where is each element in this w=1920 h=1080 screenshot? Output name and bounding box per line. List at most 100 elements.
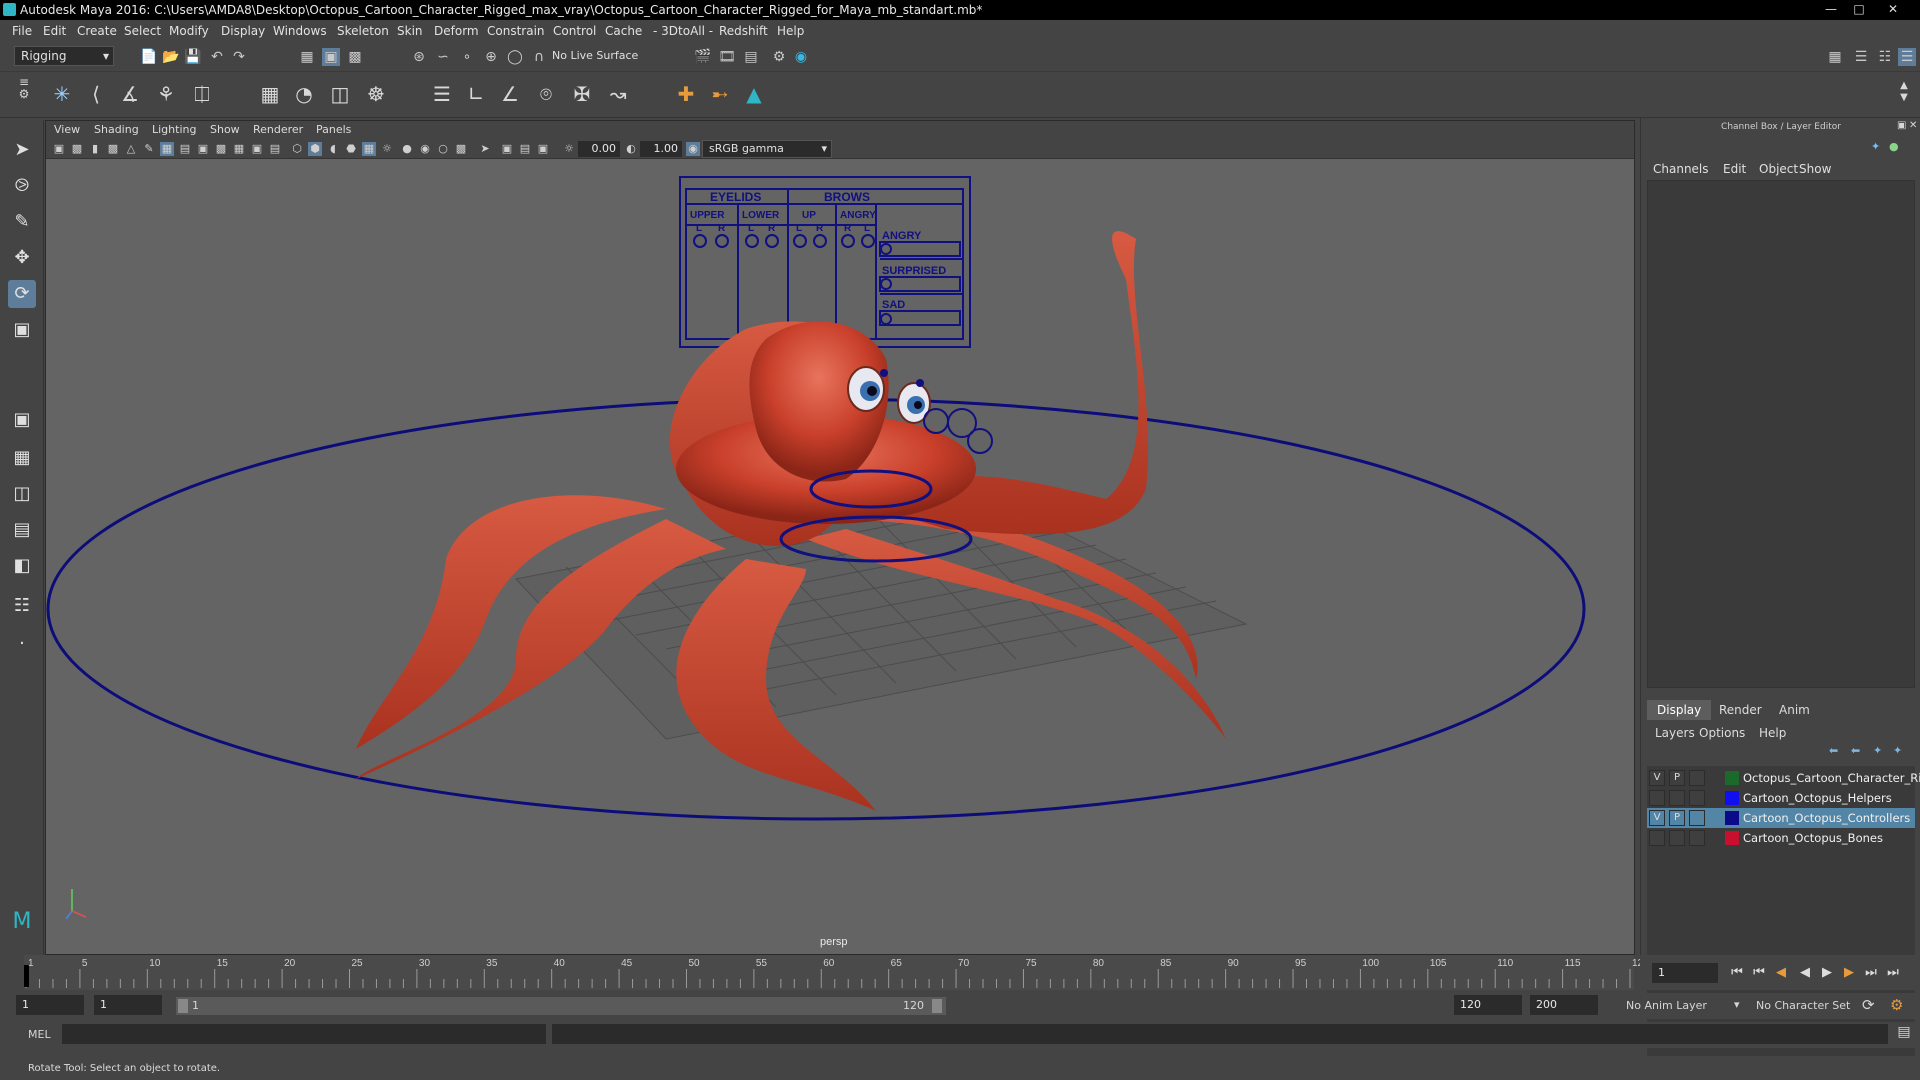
- command-input[interactable]: [62, 1024, 546, 1044]
- layer-row[interactable]: Cartoon_Octopus_Helpers: [1647, 788, 1915, 808]
- xray-icon[interactable]: ▣: [500, 142, 514, 156]
- point-constraint-icon[interactable]: ☰: [428, 80, 456, 108]
- snap-point-icon[interactable]: ∘: [458, 48, 476, 66]
- step-forward-key-icon[interactable]: ⏭: [1862, 964, 1880, 982]
- menu-3dtoall[interactable]: - 3DtoAll -: [653, 24, 713, 38]
- menu-windows[interactable]: Windows: [273, 24, 327, 38]
- color-space-dropdown[interactable]: sRGB gamma ▾: [702, 140, 832, 158]
- animation-end-field[interactable]: 200: [1530, 995, 1598, 1015]
- channel-box-area[interactable]: [1647, 180, 1915, 688]
- default-material-icon[interactable]: ◖: [326, 142, 340, 156]
- scale-tool-icon[interactable]: ▣: [8, 316, 36, 344]
- film-gate-icon[interactable]: ▤: [178, 142, 192, 156]
- save-scene-icon[interactable]: 💾: [184, 48, 202, 66]
- layer-type-toggle[interactable]: [1689, 770, 1705, 786]
- camera-attr-icon[interactable]: ▩: [70, 142, 84, 156]
- cb-menu-channels[interactable]: Channels: [1653, 162, 1709, 176]
- layer-visibility-toggle[interactable]: [1649, 830, 1665, 846]
- menu-help[interactable]: Help: [777, 24, 804, 38]
- set-driven-key-icon[interactable]: ➸: [706, 80, 734, 108]
- safe-title-icon[interactable]: ▤: [268, 142, 282, 156]
- lattice-icon[interactable]: ◫: [326, 80, 354, 108]
- safe-action-icon[interactable]: ▣: [250, 142, 264, 156]
- layer-row[interactable]: V P Octopus_Cartoon_Character_Rigg: [1647, 768, 1920, 788]
- layer-visibility-toggle[interactable]: V: [1649, 810, 1665, 826]
- gamma-icon[interactable]: ◐: [624, 142, 638, 156]
- insert-joint-icon[interactable]: ⚘: [152, 80, 180, 108]
- menu-display[interactable]: Display: [221, 24, 265, 38]
- select-camera-icon[interactable]: ▣: [52, 142, 66, 156]
- menu-deform[interactable]: Deform: [434, 24, 479, 38]
- snap-view-icon[interactable]: ⊕: [482, 48, 500, 66]
- shadows-icon[interactable]: ●: [400, 142, 414, 156]
- textured-icon[interactable]: ▦: [362, 142, 376, 156]
- layer-type-toggle[interactable]: [1689, 790, 1705, 806]
- redo-icon[interactable]: ↷: [230, 48, 248, 66]
- mirror-joint-icon[interactable]: ⎅: [188, 80, 216, 108]
- channel-box-arrows-icon[interactable]: ✦: [1871, 140, 1880, 153]
- shelf-scroll-icon[interactable]: ▲ ▼: [1890, 80, 1918, 108]
- layer-menu-help[interactable]: Help: [1759, 726, 1786, 740]
- close-icon[interactable]: ✕: [1880, 1, 1906, 17]
- time-ruler[interactable]: 1 5 10 15 20 25 30 35 40 45 50 55 60 65 70 75 80 85 90 95 10…: [0, 955, 1640, 990]
- panel-menu-show[interactable]: Show: [210, 123, 240, 136]
- script-editor-icon[interactable]: ▤: [1894, 1024, 1914, 1044]
- panel-menu-panels[interactable]: Panels: [316, 123, 351, 136]
- layer-menu-options[interactable]: Options: [1699, 726, 1745, 740]
- step-back-frame-icon[interactable]: ◀: [1772, 964, 1790, 982]
- smooth-shade-icon[interactable]: ⬢: [308, 142, 322, 156]
- isolate-select-icon[interactable]: ➤: [478, 142, 492, 156]
- menu-cache[interactable]: Cache: [605, 24, 642, 38]
- menu-select[interactable]: Select: [124, 24, 161, 38]
- menu-create[interactable]: Create: [77, 24, 117, 38]
- play-backwards-icon[interactable]: ◀: [1796, 964, 1814, 982]
- rotate-tool-icon[interactable]: ⟳: [8, 280, 36, 308]
- cb-menu-show[interactable]: Show: [1799, 162, 1831, 176]
- playback-start-field[interactable]: 1: [94, 995, 162, 1015]
- layer-row[interactable]: V P Cartoon_Octopus_Controllers: [1647, 808, 1915, 828]
- channel-box-toggle-icon[interactable]: ☰: [1898, 48, 1916, 66]
- panel-options-icon[interactable]: ·: [8, 630, 36, 658]
- attribute-editor-icon[interactable]: ☰: [1852, 48, 1870, 66]
- hypershade-layout-icon[interactable]: ☷: [8, 592, 36, 620]
- layer-type-toggle[interactable]: [1689, 810, 1705, 826]
- shelf-menu-icon[interactable]: ≡ ⚙: [10, 76, 38, 104]
- playback-end-field[interactable]: 120: [1454, 995, 1522, 1015]
- screen-space-ao-icon[interactable]: ◉: [418, 142, 432, 156]
- resolution-gate-icon[interactable]: ▣: [196, 142, 210, 156]
- layer-visibility-toggle[interactable]: [1649, 790, 1665, 806]
- layer-color-swatch[interactable]: [1725, 771, 1739, 785]
- render-frame-icon[interactable]: 🎞: [718, 48, 736, 66]
- range-start-handle[interactable]: [178, 999, 188, 1013]
- single-view-icon[interactable]: ▣: [8, 406, 36, 434]
- paint-select-icon[interactable]: ✎: [8, 208, 36, 236]
- gamma-field[interactable]: 1.00: [640, 141, 682, 157]
- layer-menu-layers[interactable]: Layers: [1655, 726, 1695, 740]
- snap-curve-icon[interactable]: ∽: [434, 48, 452, 66]
- undo-icon[interactable]: ↶: [208, 48, 226, 66]
- hypershade-icon[interactable]: ◉: [792, 48, 810, 66]
- hik-icon[interactable]: ▲: [740, 80, 768, 108]
- smooth-bind-icon[interactable]: ▦: [256, 80, 284, 108]
- script-language-label[interactable]: MEL: [28, 1028, 51, 1041]
- menu-skin[interactable]: Skin: [397, 24, 423, 38]
- perspective-viewport[interactable]: EYELIDS BROWS UPPER LOWER UP ANGRY L R L…: [46, 159, 1634, 954]
- grease-pencil-icon[interactable]: ✎: [142, 142, 156, 156]
- tool-settings-icon[interactable]: ☷: [1876, 48, 1894, 66]
- wireframe-on-shaded-icon[interactable]: ⬣: [344, 142, 358, 156]
- aim-constraint-icon[interactable]: ∟: [462, 80, 490, 108]
- bookmark-icon[interactable]: ▮: [88, 142, 102, 156]
- layer-playback-toggle[interactable]: P: [1669, 770, 1685, 786]
- joint-tool-icon[interactable]: ✳: [48, 80, 76, 108]
- layer-color-swatch[interactable]: [1725, 791, 1739, 805]
- xray-components-icon[interactable]: ▣: [536, 142, 550, 156]
- layer-row[interactable]: Cartoon_Octopus_Bones: [1647, 828, 1915, 848]
- exposure-icon[interactable]: ☼: [562, 142, 576, 156]
- anim-prefs-icon[interactable]: ⚙: [1890, 996, 1903, 1014]
- menu-file[interactable]: File: [12, 24, 32, 38]
- ik-spline-icon[interactable]: ∡: [116, 80, 144, 108]
- snap-magnet-icon[interactable]: ∩: [530, 48, 548, 66]
- panel-menu-lighting[interactable]: Lighting: [152, 123, 196, 136]
- layer-playback-toggle[interactable]: [1669, 830, 1685, 846]
- two-d-pan-icon[interactable]: △: [124, 142, 138, 156]
